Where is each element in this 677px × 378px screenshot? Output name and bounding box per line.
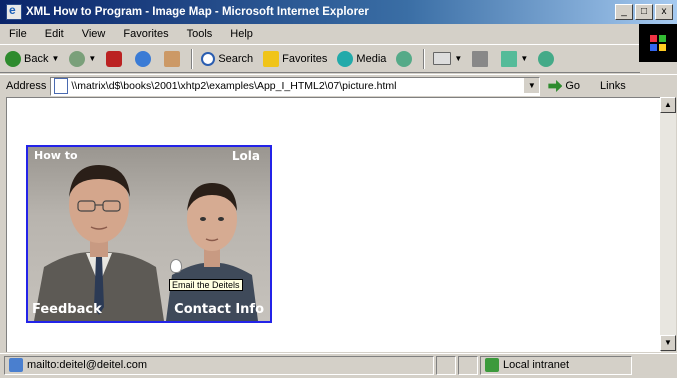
- window-controls: _ □ x: [615, 4, 673, 20]
- intranet-zone-icon: [485, 358, 499, 372]
- address-dropdown-icon[interactable]: ▼: [523, 77, 540, 93]
- print-icon: [472, 50, 489, 67]
- links-button[interactable]: Links: [600, 80, 626, 92]
- refresh-icon: [135, 50, 152, 67]
- search-label: Search: [218, 52, 254, 65]
- refresh-button[interactable]: [130, 48, 159, 70]
- media-icon: [337, 50, 354, 67]
- address-value: \\matrix\d$\books\2001\xhtp2\examples\Ap…: [71, 80, 397, 92]
- status-pane-progress: [436, 355, 456, 375]
- go-button[interactable]: Go: [548, 80, 580, 92]
- forward-arrow-icon: [69, 50, 86, 67]
- address-bar: Address \\matrix\d$\books\2001\xhtp2\exa…: [0, 74, 677, 97]
- hotspot-feedback[interactable]: Feedback: [32, 302, 102, 317]
- print-button[interactable]: [467, 48, 496, 70]
- status-zone-pane: Local intranet: [480, 355, 632, 375]
- ie-logo-icon: [6, 3, 22, 20]
- standard-toolbar: Back ▼ ▼ Search Favorites Media ▼ ▼: [0, 45, 640, 73]
- close-button[interactable]: x: [655, 4, 673, 20]
- windows-flag-icon: [650, 35, 666, 51]
- toolbar-separator: [423, 48, 426, 69]
- home-icon: [164, 50, 181, 67]
- favorites-button[interactable]: Favorites: [258, 48, 332, 70]
- back-button[interactable]: Back ▼: [0, 48, 64, 70]
- image-map[interactable]: How to Lola Feedback Contact Info Email …: [26, 145, 272, 323]
- link-page-icon: [9, 358, 23, 372]
- back-dropdown-icon[interactable]: ▼: [51, 54, 59, 63]
- person-right-photo: [166, 183, 258, 321]
- status-zone: Local intranet: [503, 359, 570, 371]
- hotspot-lola[interactable]: Lola: [232, 149, 260, 163]
- title-bar[interactable]: XML How to Program - Image Map - Microso…: [0, 0, 677, 24]
- window-title: XML How to Program - Image Map - Microso…: [26, 6, 369, 18]
- menu-bar: File Edit View Favorites Tools Help: [0, 24, 677, 45]
- vertical-scrollbar[interactable]: ▲ ▼: [660, 97, 676, 351]
- history-button[interactable]: [391, 48, 420, 70]
- history-icon: [396, 50, 413, 67]
- mail-button[interactable]: ▼: [428, 48, 467, 70]
- windows-logo-throbber: [639, 24, 677, 62]
- media-label: Media: [356, 52, 387, 65]
- favorites-icon: [263, 50, 280, 67]
- status-bar: mailto:deitel@deitel.com Local intranet: [0, 353, 677, 376]
- status-pane-security: [458, 355, 478, 375]
- hotspot-tooltip: Email the Deitels: [169, 279, 243, 291]
- scroll-down-icon[interactable]: ▼: [660, 335, 676, 351]
- stop-icon: [106, 50, 123, 67]
- search-icon: [201, 51, 216, 66]
- messenger-button[interactable]: [533, 48, 562, 70]
- go-arrow-icon: [548, 80, 563, 92]
- menu-edit[interactable]: Edit: [36, 28, 73, 40]
- search-button[interactable]: Search: [196, 48, 258, 70]
- status-text: mailto:deitel@deitel.com: [27, 359, 147, 371]
- edit-dropdown-icon[interactable]: ▼: [520, 54, 528, 63]
- page-icon: [54, 78, 69, 94]
- edit-icon: [501, 50, 518, 67]
- hotspot-contact-info[interactable]: Contact Info: [174, 302, 264, 317]
- favorites-label: Favorites: [282, 52, 328, 65]
- toolbar-separator: [191, 48, 194, 69]
- scroll-up-icon[interactable]: ▲: [660, 97, 676, 113]
- maximize-button[interactable]: □: [635, 4, 653, 20]
- menu-file[interactable]: File: [0, 28, 36, 40]
- hotspot-howto[interactable]: How to: [34, 149, 78, 162]
- menu-favorites[interactable]: Favorites: [114, 28, 177, 40]
- minimize-button[interactable]: _: [615, 4, 633, 20]
- messenger-icon: [538, 50, 555, 67]
- address-label: Address: [6, 80, 47, 92]
- person-left-photo: [34, 165, 164, 321]
- page-content: How to Lola Feedback Contact Info Email …: [6, 97, 661, 352]
- address-input[interactable]: \\matrix\d$\books\2001\xhtp2\examples\Ap…: [50, 76, 541, 96]
- home-button[interactable]: [159, 48, 188, 70]
- ie-window: XML How to Program - Image Map - Microso…: [0, 0, 677, 378]
- go-label: Go: [565, 80, 581, 92]
- forward-button[interactable]: ▼: [64, 48, 101, 70]
- stop-button[interactable]: [101, 48, 130, 70]
- hand-cursor-icon: [170, 259, 182, 273]
- back-label: Back: [24, 52, 49, 65]
- mail-icon: [433, 52, 452, 65]
- forward-dropdown-icon[interactable]: ▼: [88, 54, 96, 63]
- media-button[interactable]: Media: [332, 48, 391, 70]
- status-text-pane: mailto:deitel@deitel.com: [4, 355, 434, 375]
- edit-button[interactable]: ▼: [496, 48, 533, 70]
- menu-tools[interactable]: Tools: [178, 28, 222, 40]
- menu-help[interactable]: Help: [221, 28, 262, 40]
- mail-dropdown-icon[interactable]: ▼: [454, 54, 462, 63]
- menu-view[interactable]: View: [73, 28, 115, 40]
- back-arrow-icon: [5, 50, 21, 67]
